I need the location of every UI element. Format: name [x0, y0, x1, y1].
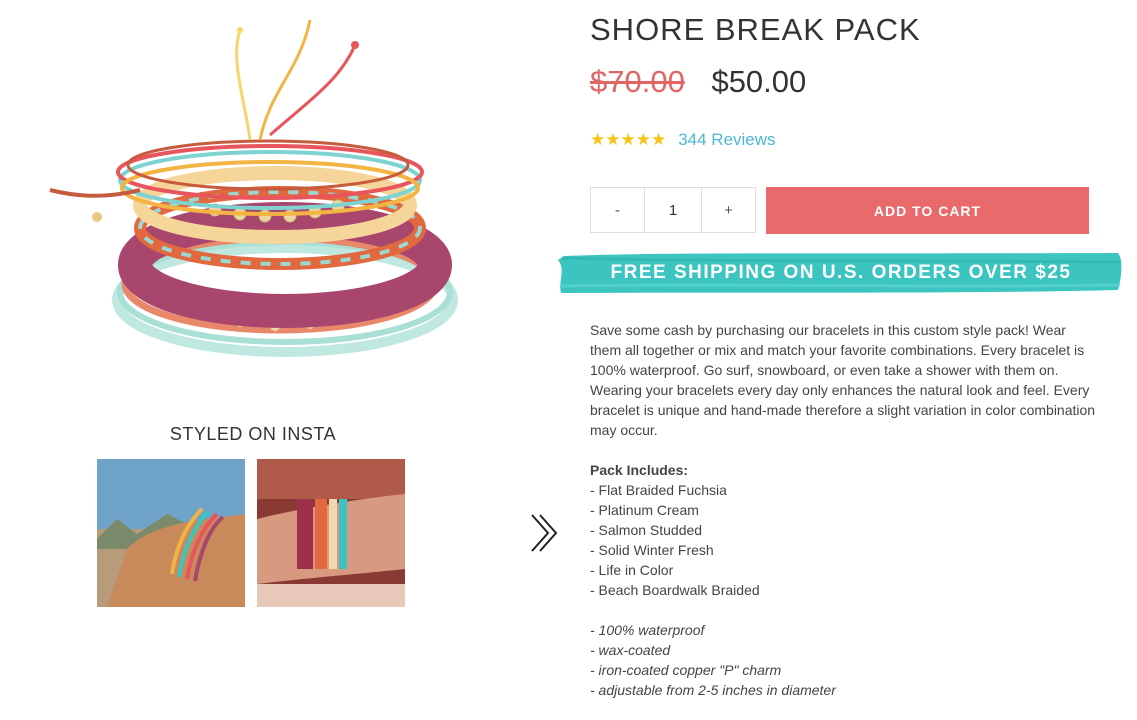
features-list: - 100% waterproof - wax-coated - iron-co… — [590, 620, 1100, 700]
quantity-stepper: - 1 + — [590, 187, 756, 233]
list-item: - Flat Braided Fuchsia — [590, 482, 727, 498]
product-title: SHORE BREAK PACK — [590, 12, 921, 47]
free-shipping-banner: FREE SHIPPING ON U.S. ORDERS OVER $25 — [558, 250, 1124, 296]
list-item: - Beach Boardwalk Braided — [590, 582, 760, 598]
list-item: - Life in Color — [590, 562, 674, 578]
add-to-cart-button[interactable]: ADD TO CART — [766, 187, 1089, 234]
quantity-field[interactable]: 1 — [644, 188, 702, 232]
list-item: - Salmon Studded — [590, 522, 703, 538]
description-intro: Save some cash by purchasing our bracele… — [590, 322, 1096, 438]
pack-includes-title: Pack Includes: — [590, 462, 689, 478]
list-item: - wax-coated — [590, 642, 671, 658]
product-description: Save some cash by purchasing our bracele… — [590, 320, 1100, 720]
pack-items-list: - Flat Braided Fuchsia - Platinum Cream … — [590, 480, 1100, 600]
list-item: - 100% waterproof — [590, 622, 705, 638]
list-item: - Platinum Cream — [590, 502, 699, 518]
increase-quantity-button[interactable]: + — [702, 188, 755, 232]
old-price: $70.00 — [590, 64, 685, 99]
carousel-next-icon[interactable] — [528, 512, 562, 554]
list-item: - adjustable from 2-5 inches in diameter — [590, 682, 836, 698]
list-item: - Solid Winter Fresh — [590, 542, 714, 558]
star-rating-icon: ★★★★★ — [590, 130, 667, 149]
sale-price: $50.00 — [711, 64, 807, 99]
list-item: - iron-coated copper "P" charm — [590, 662, 782, 678]
rating: ★★★★★ 344 Reviews — [590, 130, 776, 150]
insta-photo-2[interactable] — [257, 459, 405, 607]
price-row: $70.00 $50.00 — [590, 64, 806, 100]
insta-heading: STYLED ON INSTA — [169, 424, 337, 444]
free-shipping-text: FREE SHIPPING ON U.S. ORDERS OVER $25 — [610, 262, 1072, 283]
product-image[interactable] — [0, 0, 540, 410]
insta-photo-1[interactable] — [97, 459, 245, 607]
reviews-link[interactable]: 344 Reviews — [678, 130, 775, 150]
decrease-quantity-button[interactable]: - — [591, 188, 644, 232]
